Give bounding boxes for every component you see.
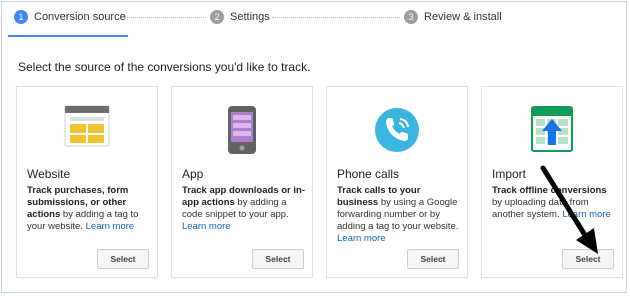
step-number: 2: [210, 10, 224, 24]
step-settings[interactable]: 2 Settings: [210, 10, 270, 24]
card-description: Track purchases, form submissions, or ot…: [27, 185, 139, 232]
card-title: Import: [492, 167, 527, 181]
card-title: App: [182, 167, 204, 181]
card-description: Track offline conversions by uploading d…: [492, 185, 611, 220]
mobile-app-icon: [228, 106, 256, 154]
select-button[interactable]: Select: [252, 249, 304, 269]
spreadsheet-upload-icon: [531, 106, 573, 152]
step-divider: [122, 17, 206, 19]
card-app[interactable]: App Track app downloads or in-app action…: [171, 86, 313, 278]
card-website[interactable]: Website Track purchases, form submission…: [16, 86, 158, 278]
website-icon: [64, 105, 110, 147]
learn-more-link[interactable]: Learn more: [86, 221, 135, 232]
conversion-setup-panel: 1 Conversion source 2 Settings 3 Review …: [1, 1, 627, 293]
learn-more-link[interactable]: Learn more: [562, 209, 611, 220]
stepper: 1 Conversion source 2 Settings 3 Review …: [2, 10, 628, 38]
select-button[interactable]: Select: [562, 249, 614, 269]
step-conversion-source[interactable]: 1 Conversion source: [14, 10, 126, 24]
card-description: Track calls to your business by using a …: [337, 185, 459, 244]
phone-icon: [375, 108, 419, 152]
step-divider: [272, 17, 400, 19]
step-label: Review & install: [424, 11, 502, 23]
select-button[interactable]: Select: [407, 249, 459, 269]
card-phone-calls[interactable]: Phone calls Track calls to your business…: [326, 86, 468, 278]
step-number: 3: [404, 10, 418, 24]
card-title: Website: [27, 167, 71, 181]
card-import[interactable]: Import Track offline conversions by uplo…: [481, 86, 623, 278]
step-review-install[interactable]: 3 Review & install: [404, 10, 502, 24]
card-title: Phone calls: [337, 167, 400, 181]
card-description: Track app downloads or in-app actions by…: [182, 185, 305, 232]
page-prompt: Select the source of the conversions you…: [18, 60, 311, 74]
learn-more-link[interactable]: Learn more: [182, 221, 231, 232]
active-step-indicator: [8, 35, 128, 37]
step-number: 1: [14, 10, 28, 24]
select-button[interactable]: Select: [97, 249, 149, 269]
learn-more-link[interactable]: Learn more: [337, 233, 386, 244]
step-label: Conversion source: [34, 11, 126, 23]
step-label: Settings: [230, 11, 270, 23]
